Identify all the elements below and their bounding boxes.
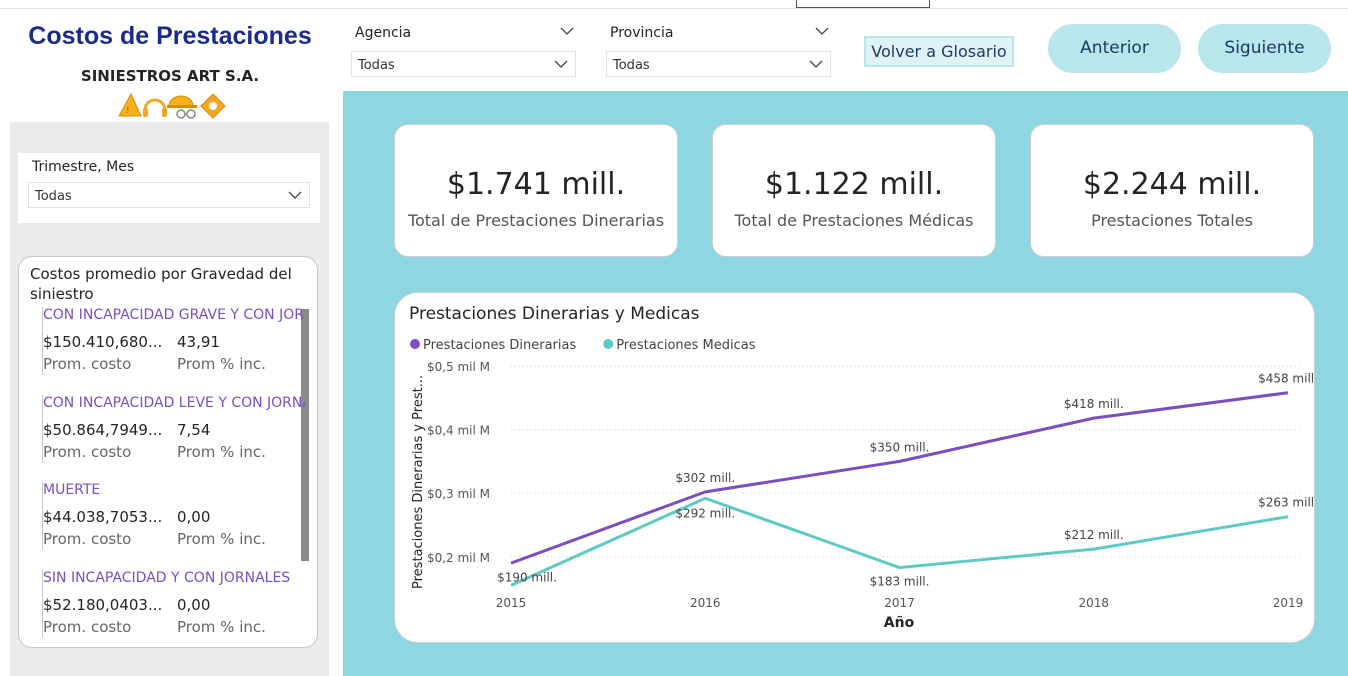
cost-value: $52.180,0403...	[43, 596, 163, 614]
severity-category: CON INCAPACIDAD LEVE Y CON JORNALES	[43, 395, 305, 411]
pct-value: 0,00	[177, 596, 211, 614]
chevron-down-icon	[288, 191, 302, 199]
cost-label: Prom. costo	[43, 355, 132, 373]
list-item: MUERTE $44.038,7053... 0,00 Prom. costo …	[42, 482, 299, 550]
scrollbar[interactable]	[301, 309, 309, 561]
severity-category: MUERTE	[43, 482, 101, 498]
data-label: $183 mill.	[870, 575, 930, 589]
x-tick-label: 2018	[1078, 596, 1109, 610]
pct-label: Prom % inc.	[177, 530, 266, 548]
chevron-down-icon	[554, 60, 568, 68]
chart-title: Prestaciones Dinerarias y Medicas	[409, 304, 700, 324]
kpi-card-totales: $2.244 mill. Prestaciones Totales	[1030, 124, 1314, 257]
kpi-value: $1.122 mill.	[764, 167, 944, 202]
line-chart: Prestaciones Dinerarias y Medicas Presta…	[409, 304, 1315, 631]
chevron-down-icon[interactable]	[814, 23, 830, 39]
severity-card-title: Costos promedio por Gravedad del siniest…	[30, 265, 292, 303]
data-label: $350 mill.	[870, 440, 930, 454]
kpi-label: Total de Prestaciones Médicas	[734, 211, 974, 230]
kpi-value: $1.741 mill.	[446, 167, 626, 202]
provincia-dropdown[interactable]: Todas	[606, 51, 831, 77]
trimestre-dropdown[interactable]: Todas	[28, 182, 310, 208]
data-label: $302 mill.	[675, 471, 735, 485]
agencia-value: Todas	[358, 58, 395, 73]
kpi-label: Prestaciones Totales	[1091, 211, 1253, 230]
data-label: $263 mill.	[1258, 496, 1315, 510]
severity-category: SIN INCAPACIDAD Y CON JORNALES	[43, 570, 291, 586]
agencia-dropdown[interactable]: Todas	[351, 51, 576, 77]
legend-marker	[410, 339, 420, 349]
list-item: CON INCAPACIDAD LEVE Y CON JORNALES $50.…	[42, 395, 305, 463]
agencia-label: Agencia	[355, 25, 412, 41]
company-name: SINIESTROS ART S.A.	[80, 67, 260, 85]
page-title: Costos de Prestaciones	[28, 22, 312, 50]
data-label: $292 mill.	[675, 506, 735, 520]
trimestre-value: Todas	[35, 189, 72, 204]
x-tick-label: 2019	[1273, 596, 1304, 610]
kpi-label: Total de Prestaciones Dinerarias	[407, 211, 665, 230]
pct-value: 0,00	[177, 508, 211, 526]
y-tick-label: $0,4 mil M	[427, 424, 490, 438]
glosario-button[interactable]: Volver a Glosario	[864, 36, 1014, 67]
cost-label: Prom. costo	[43, 618, 132, 636]
pct-label: Prom % inc.	[177, 355, 266, 373]
x-tick-label: 2015	[496, 596, 527, 610]
chevron-down-icon[interactable]	[559, 23, 575, 39]
x-tick-label: 2016	[690, 596, 721, 610]
kpi-card-dinerarias: $1.741 mill. Total de Prestaciones Diner…	[394, 124, 678, 257]
cost-label: Prom. costo	[43, 443, 132, 461]
top-tab-handle[interactable]	[796, 0, 930, 8]
legend-marker	[603, 339, 614, 349]
legend-label: Prestaciones Dinerarias	[423, 338, 576, 353]
x-tick-label: 2017	[884, 596, 915, 610]
provincia-label: Provincia	[610, 25, 674, 41]
pct-label: Prom % inc.	[177, 618, 266, 636]
pct-value: 7,54	[177, 421, 211, 439]
trimestre-label: Trimestre, Mes	[32, 159, 135, 175]
cost-value: $50.864,7949...	[43, 421, 163, 439]
data-label: $212 mill.	[1064, 528, 1124, 542]
y-tick-label: $0,5 mil M	[427, 360, 490, 374]
trimestre-slicer: Trimestre, Mes Todas	[18, 153, 320, 223]
data-label: $418 mill.	[1064, 397, 1124, 411]
y-tick-label: $0,2 mil M	[427, 551, 490, 565]
data-label: $190 mill.	[497, 570, 557, 584]
cost-value: $44.038,7053...	[43, 508, 163, 526]
provincia-value: Todas	[613, 58, 650, 73]
y-axis-label: Prestaciones Dinerarias y Prest...	[411, 375, 426, 589]
pct-label: Prom % inc.	[177, 443, 266, 461]
pct-value: 43,91	[177, 333, 220, 351]
y-tick-label: $0,3 mil M	[427, 487, 490, 501]
legend-label: Prestaciones Medicas	[616, 338, 756, 353]
kpi-card-medicas: $1.122 mill. Total de Prestaciones Médic…	[712, 124, 996, 257]
cost-value: $150.410,680...	[43, 333, 163, 351]
list-item: SIN INCAPACIDAD Y CON JORNALES $52.180,0…	[42, 570, 299, 638]
severity-card: Costos promedio por Gravedad del siniest…	[18, 256, 318, 648]
list-item: CON INCAPACIDAD GRAVE Y CON JORNALES $15…	[42, 307, 305, 375]
kpi-value: $2.244 mill.	[1082, 167, 1262, 202]
severity-category: CON INCAPACIDAD GRAVE Y CON JORNALES	[43, 307, 305, 323]
safety-logo-icon: !	[118, 92, 226, 119]
cost-label: Prom. costo	[43, 530, 132, 548]
series-line	[510, 496, 1289, 587]
svg-text:!: !	[126, 106, 130, 116]
siguiente-button[interactable]: Siguiente	[1198, 24, 1331, 73]
window-top-bar	[0, 0, 1348, 9]
chevron-down-icon	[809, 60, 823, 68]
data-label: $458 mill.	[1258, 372, 1315, 386]
x-axis-label: Año	[884, 615, 915, 631]
anterior-button[interactable]: Anterior	[1048, 24, 1181, 73]
